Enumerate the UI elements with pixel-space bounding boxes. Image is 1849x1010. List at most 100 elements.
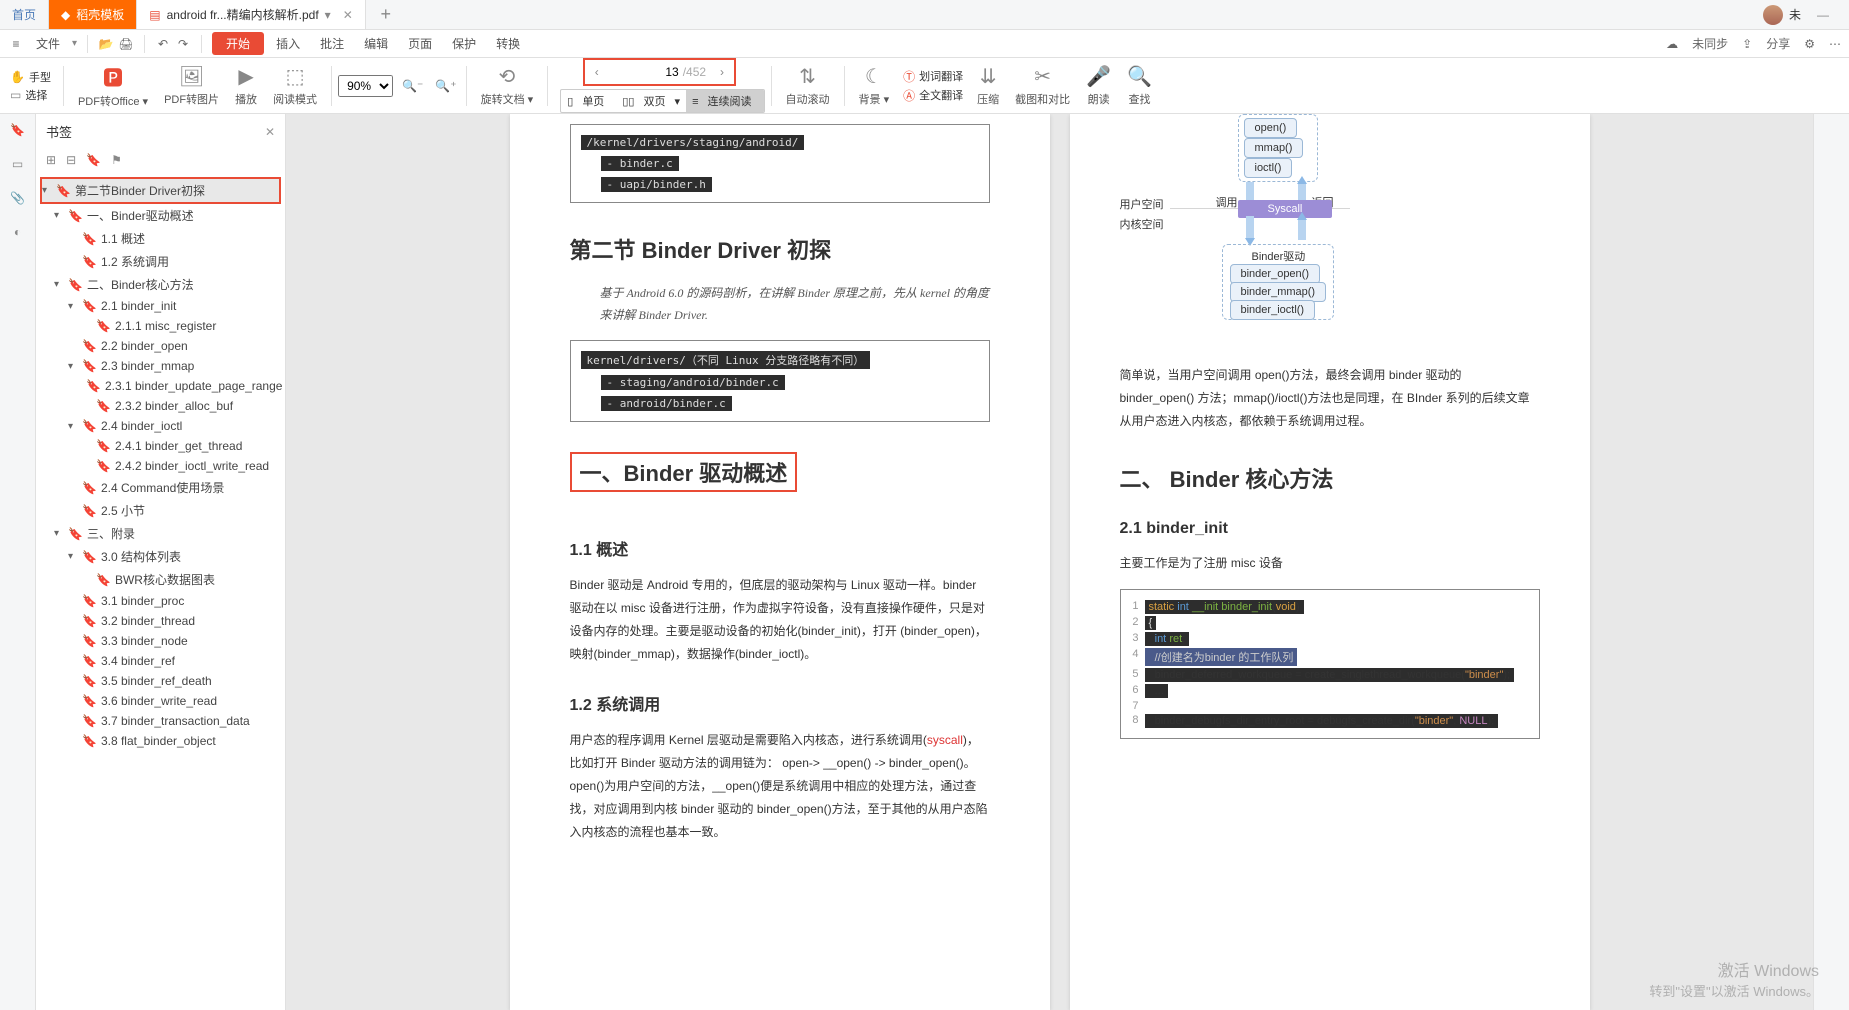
zoom-in-icon[interactable]: 🔍⁺ xyxy=(432,79,459,93)
gear-icon[interactable]: ⚙ xyxy=(1804,37,1815,51)
redo-icon[interactable]: ↷ xyxy=(175,36,191,52)
zoom-out-icon[interactable]: 🔍⁻ xyxy=(399,79,426,93)
bookmark-item[interactable]: 🔖2.4.1 binder_get_thread xyxy=(40,436,281,456)
adjust-icon[interactable]: ◐ xyxy=(8,222,28,242)
bookmark-item[interactable]: 🔖2.4 Command使用场景 xyxy=(40,476,281,499)
tool-wordtrans[interactable]: Ⓣ划词翻译 xyxy=(903,68,963,85)
code-block-binder-init: 1static int __init binder_init(void) 2{ … xyxy=(1120,589,1540,739)
menu-start[interactable]: 开始 xyxy=(212,32,264,55)
bookmark-item[interactable]: ▾🔖第二节Binder Driver初探 xyxy=(40,177,281,204)
cloud-icon[interactable]: ☁ xyxy=(1666,37,1678,51)
tool-rotate[interactable]: ⟲旋转文档 ▾ xyxy=(473,58,542,113)
view-double[interactable]: ▯▯ 双页 ▾ xyxy=(616,90,686,112)
menu-page[interactable]: 页面 xyxy=(400,32,440,55)
menu-edit[interactable]: 编辑 xyxy=(356,32,396,55)
tool-readmode[interactable]: ⬚阅读模式 xyxy=(265,58,325,113)
undo-icon[interactable]: ↶ xyxy=(155,36,171,52)
bookmark-item[interactable]: 🔖2.4.2 binder_ioctl_write_read xyxy=(40,456,281,476)
hamburger-icon[interactable]: ≡ xyxy=(8,36,24,52)
tab-pdf[interactable]: ▤android fr...精编内核解析.pdf▾✕ xyxy=(137,0,366,29)
tool-read[interactable]: 🎤朗读 xyxy=(1078,58,1119,113)
tool-crop[interactable]: ✂截图和对比 xyxy=(1007,58,1078,113)
tab-home[interactable]: 首页 xyxy=(0,0,49,29)
menu-insert[interactable]: 插入 xyxy=(268,32,308,55)
page-left: /kernel/drivers/staging/android/ - binde… xyxy=(510,114,1050,1010)
page-next-icon[interactable]: › xyxy=(710,65,734,79)
avatar[interactable] xyxy=(1763,5,1783,25)
tab-docer[interactable]: ◆稻壳模板 xyxy=(49,0,137,29)
print-icon[interactable]: 🖨 xyxy=(118,36,134,52)
bookmark-item[interactable]: 🔖2.5 小节 xyxy=(40,499,281,522)
view-continuous[interactable]: ≡ 连续阅读 xyxy=(686,90,763,112)
page-prev-icon[interactable]: ‹ xyxy=(585,65,609,79)
tool-compress[interactable]: ⇊压缩 xyxy=(969,58,1007,113)
tool-pdf2office[interactable]: 🅿PDF转Office ▾ xyxy=(70,58,156,113)
tool-hand[interactable]: ✋手型 xyxy=(10,69,51,85)
tool-find[interactable]: 🔍查找 xyxy=(1119,58,1160,113)
bookmark-item[interactable]: 🔖2.3.2 binder_alloc_buf xyxy=(40,396,281,416)
close-icon[interactable]: ✕ xyxy=(343,8,353,22)
bookmark-item[interactable]: ▾🔖2.1 binder_init xyxy=(40,296,281,316)
attachment-icon[interactable]: 📎 xyxy=(8,188,28,208)
bookmark-item[interactable]: ▾🔖2.3 binder_mmap xyxy=(40,356,281,376)
heading-1-2: 1.2 系统调用 xyxy=(570,691,990,715)
bm-add-icon[interactable]: 🔖 xyxy=(86,153,101,167)
minimize-icon[interactable]: — xyxy=(1817,8,1829,22)
thumbnail-icon[interactable]: ▭ xyxy=(8,154,28,174)
bookmark-icon[interactable]: 🔖 xyxy=(8,120,28,140)
zoom-select[interactable]: 90% xyxy=(338,75,393,97)
bookmark-item[interactable]: 🔖3.2 binder_thread xyxy=(40,611,281,631)
bookmark-item[interactable]: 🔖3.1 binder_proc xyxy=(40,591,281,611)
menu-bar: ≡ 文件▾ 📂 🖨 ↶ ↷ 开始 插入 批注 编辑 页面 保护 转换 ☁未同步 … xyxy=(0,30,1849,58)
bookmark-panel: 书签 ✕ ⊞ ⊟ 🔖 ⚑ ▾🔖第二节Binder Driver初探▾🔖一、Bin… xyxy=(36,114,286,1010)
bookmark-item[interactable]: 🔖2.1.1 misc_register xyxy=(40,316,281,336)
bookmark-item[interactable]: 🔖2.2 binder_open xyxy=(40,336,281,356)
menu-convert[interactable]: 转换 xyxy=(488,32,528,55)
left-nav-strip: 🔖 ▭ 📎 ◐ xyxy=(0,114,36,1010)
view-single[interactable]: ▯ 单页 xyxy=(561,90,616,112)
tool-pdf2img[interactable]: 🖼PDF转图片 xyxy=(156,58,227,113)
bookmark-item[interactable]: ▾🔖3.0 结构体列表 xyxy=(40,545,281,568)
menu-file[interactable]: 文件 xyxy=(28,32,68,55)
heading-1-1: 1.1 概述 xyxy=(570,536,990,560)
menu-review[interactable]: 批注 xyxy=(312,32,352,55)
bookmark-item[interactable]: 🔖3.8 flat_binder_object xyxy=(40,731,281,751)
share-icon[interactable]: ⇪ xyxy=(1742,37,1752,51)
tool-select[interactable]: ▭选择 xyxy=(10,87,51,103)
bookmark-item[interactable]: 🔖3.6 binder_write_read xyxy=(40,691,281,711)
bookmark-item[interactable]: ▾🔖一、Binder驱动概述 xyxy=(40,204,281,227)
bookmark-item[interactable]: 🔖3.5 binder_ref_death xyxy=(40,671,281,691)
document-area[interactable]: /kernel/drivers/staging/android/ - binde… xyxy=(286,114,1813,1010)
bookmark-item[interactable]: 🔖2.3.1 binder_update_page_range xyxy=(40,376,281,396)
heading-binder-overview: 一、Binder 驱动概述 xyxy=(570,452,798,492)
more-icon[interactable]: ⋯ xyxy=(1829,37,1841,51)
bookmark-title: 书签 xyxy=(46,122,72,141)
tool-play[interactable]: ▶播放 xyxy=(227,58,265,113)
bookmark-item[interactable]: 🔖1.1 概述 xyxy=(40,227,281,250)
bm-flag-icon[interactable]: ⚑ xyxy=(111,153,122,167)
tool-autoscroll[interactable]: ⇅自动滚动 xyxy=(778,58,838,113)
bookmark-item[interactable]: ▾🔖二、Binder核心方法 xyxy=(40,273,281,296)
bookmark-item[interactable]: ▾🔖2.4 binder_ioctl xyxy=(40,416,281,436)
pager: ‹ /452 › xyxy=(583,58,736,86)
bookmark-toolbar: ⊞ ⊟ 🔖 ⚑ xyxy=(36,149,285,175)
binder-diagram: open() mmap() ioctl() 用户空间 内核空间 调用 返回 Sy… xyxy=(1120,114,1540,324)
bookmark-item[interactable]: 🔖BWR核心数据图表 xyxy=(40,568,281,591)
bookmark-tree[interactable]: ▾🔖第二节Binder Driver初探▾🔖一、Binder驱动概述🔖1.1 概… xyxy=(36,175,285,1010)
tool-fulltrans[interactable]: Ⓐ全文翻译 xyxy=(903,87,963,104)
bookmark-item[interactable]: 🔖3.7 binder_transaction_data xyxy=(40,711,281,731)
right-nav-strip xyxy=(1813,114,1849,1010)
tab-add[interactable]: + xyxy=(366,0,406,29)
page-input[interactable] xyxy=(609,65,679,79)
page-right: open() mmap() ioctl() 用户空间 内核空间 调用 返回 Sy… xyxy=(1070,114,1590,1010)
tool-background[interactable]: ☾背景 ▾ xyxy=(851,58,898,113)
bookmark-item[interactable]: 🔖1.2 系统调用 xyxy=(40,250,281,273)
bm-expand-icon[interactable]: ⊞ xyxy=(46,153,56,167)
bookmark-item[interactable]: 🔖3.4 binder_ref xyxy=(40,651,281,671)
bm-collapse-icon[interactable]: ⊟ xyxy=(66,153,76,167)
panel-close-icon[interactable]: ✕ xyxy=(265,125,275,139)
bookmark-item[interactable]: 🔖3.3 binder_node xyxy=(40,631,281,651)
bookmark-item[interactable]: ▾🔖三、附录 xyxy=(40,522,281,545)
open-icon[interactable]: 📂 xyxy=(98,36,114,52)
menu-protect[interactable]: 保护 xyxy=(444,32,484,55)
